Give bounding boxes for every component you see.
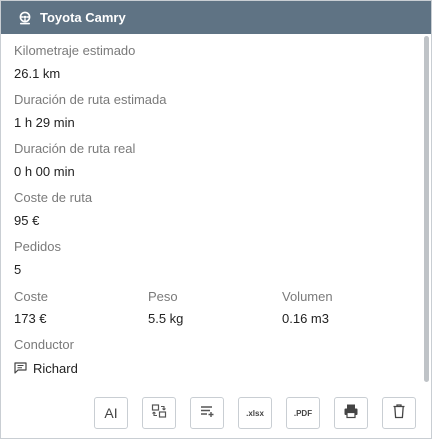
panel-header: Toyota Camry (1, 1, 431, 34)
real-duration-label: Duración de ruta real (14, 141, 136, 156)
ai-button[interactable]: AI (94, 397, 128, 429)
km-value: 26.1 km (14, 66, 61, 81)
swap-icon (151, 403, 167, 424)
swap-route-button[interactable] (142, 397, 176, 429)
volume-label: Volumen (282, 289, 333, 304)
xlsx-label: .xlsx (246, 408, 264, 418)
print-button[interactable] (334, 397, 368, 429)
panel-title: Toyota Camry (40, 10, 126, 25)
route-cost-label: Coste de ruta (14, 190, 93, 205)
vehicle-route-panel: Toyota Camry Kilometraje estimado 26.1 k… (0, 0, 432, 439)
add-to-list-button[interactable] (190, 397, 224, 429)
route-cost-value: 95 € (14, 213, 40, 228)
trash-icon (391, 403, 407, 424)
cost-label: Coste (14, 289, 48, 304)
toolbar: AI .xlsx .PDF (1, 384, 431, 439)
delete-button[interactable] (382, 397, 416, 429)
print-icon (343, 403, 359, 424)
scrollbar[interactable] (423, 34, 431, 384)
playlist-add-icon (199, 403, 215, 424)
ai-button-label: AI (104, 405, 118, 421)
driver-value: Richard (33, 361, 78, 376)
export-xlsx-button[interactable]: .xlsx (238, 397, 272, 429)
orders-value: 5 (14, 262, 22, 277)
driver-label: Conductor (14, 337, 74, 352)
scrollbar-thumb[interactable] (424, 36, 429, 382)
km-label: Kilometraje estimado (14, 43, 136, 58)
driver-message-icon (14, 361, 28, 374)
real-duration-value: 0 h 00 min (14, 164, 75, 179)
est-duration-value: 1 h 29 min (14, 115, 75, 130)
pdf-label: .PDF (293, 408, 313, 418)
export-pdf-button[interactable]: .PDF (286, 397, 320, 429)
cost-value: 173 € (14, 311, 47, 326)
orders-label: Pedidos (14, 239, 61, 254)
weight-label: Peso (148, 289, 178, 304)
steering-wheel-icon (18, 11, 32, 25)
volume-value: 0.16 m3 (282, 311, 329, 326)
weight-value: 5.5 kg (148, 311, 184, 326)
est-duration-label: Duración de ruta estimada (14, 92, 167, 107)
